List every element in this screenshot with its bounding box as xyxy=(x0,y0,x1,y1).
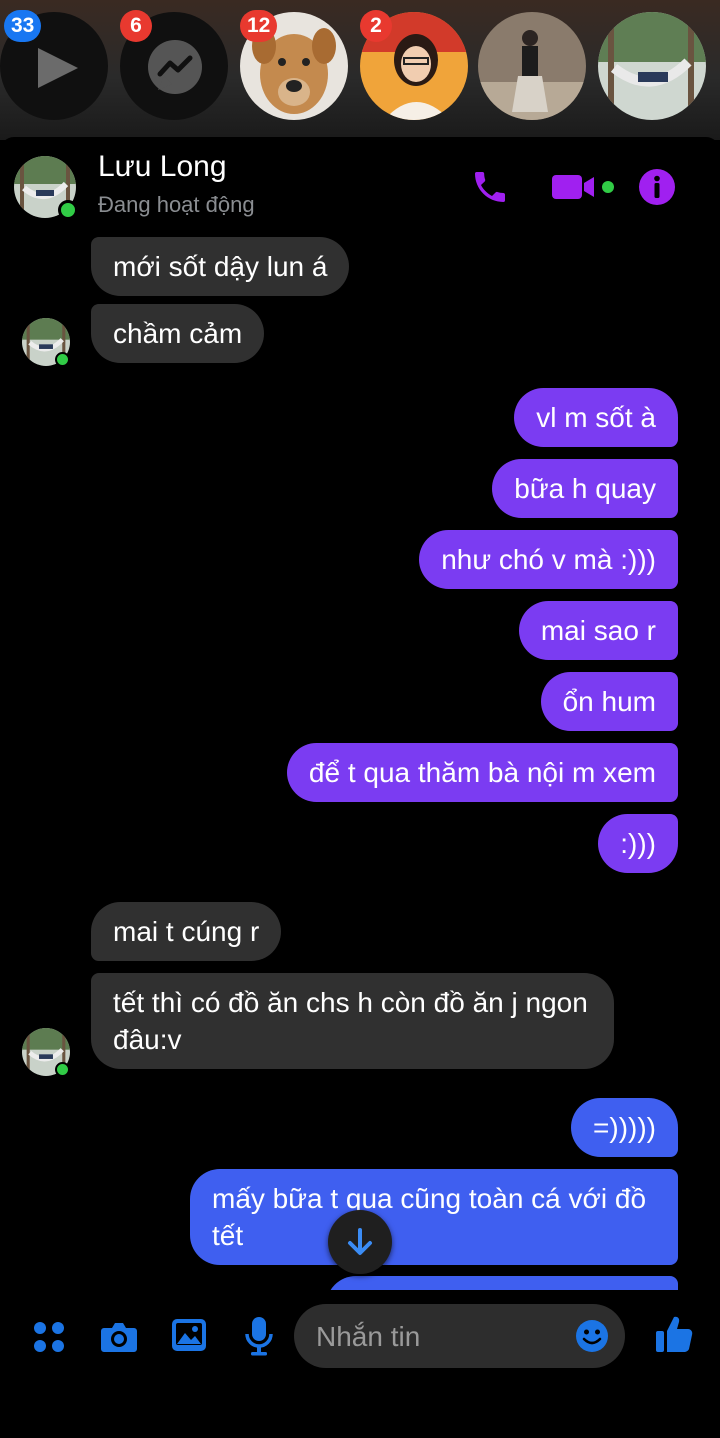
incoming-message[interactable]: mới sốt dậy lun á xyxy=(91,237,350,296)
outgoing-message[interactable]: bữa h quay xyxy=(492,459,678,518)
online-indicator xyxy=(55,1062,70,1077)
online-indicator xyxy=(55,352,70,367)
outgoing-message[interactable]: mấy bữa t qua cũng toàn cá với đồ tết xyxy=(190,1169,678,1265)
unread-badge: 6 xyxy=(120,10,152,42)
hammock-avatar[interactable] xyxy=(598,12,706,120)
outgoing-message[interactable]: như chó v mà :))) xyxy=(419,530,678,589)
smiley-icon xyxy=(576,1320,608,1352)
hammock-photo xyxy=(598,12,706,120)
gallery-button[interactable] xyxy=(171,1318,207,1357)
message-input[interactable] xyxy=(314,1304,568,1370)
microphone-icon xyxy=(245,1317,273,1356)
person-avatar[interactable] xyxy=(478,12,586,120)
outgoing-message[interactable]: :))) xyxy=(598,814,678,873)
camera-button[interactable] xyxy=(100,1318,138,1359)
chat-window: Lưu Long Đang hoạt động mới sốt dậy lun … xyxy=(0,137,720,1438)
phone-icon xyxy=(475,172,505,202)
video-call-button[interactable] xyxy=(552,173,616,206)
incoming-message[interactable]: tết thì có đồ ăn chs h còn đồ ăn j ngon … xyxy=(91,973,614,1069)
emoji-button[interactable] xyxy=(575,1319,609,1358)
voice-call-button[interactable] xyxy=(470,167,510,212)
incoming-message[interactable]: mai t cúng r xyxy=(91,902,282,961)
chat-header: Lưu Long Đang hoạt động xyxy=(0,137,720,233)
incoming-message[interactable]: chầm cảm xyxy=(91,304,265,363)
message-composer xyxy=(0,1290,720,1438)
contact-name[interactable]: Lưu Long xyxy=(98,150,227,184)
grid-dots-icon xyxy=(34,1322,64,1352)
camera-icon xyxy=(101,1323,137,1352)
person-photo xyxy=(478,12,586,120)
arrow-down-icon xyxy=(348,1228,372,1255)
outgoing-message[interactable]: để t qua thăm bà nội m xem xyxy=(286,743,678,802)
outgoing-message[interactable]: mai sao r xyxy=(518,601,678,660)
info-icon xyxy=(639,169,675,205)
unread-badge: 2 xyxy=(360,10,392,42)
message-input-container xyxy=(294,1304,625,1370)
active-status: Đang hoạt động xyxy=(98,192,255,217)
unread-badge: 33 xyxy=(4,10,42,42)
info-button[interactable] xyxy=(638,168,676,211)
chat-heads-bar: 33 6 12 2 xyxy=(0,0,720,140)
outgoing-message-partial[interactable] xyxy=(326,1276,678,1290)
online-indicator xyxy=(58,200,78,220)
outgoing-message[interactable]: =))))) xyxy=(571,1098,678,1157)
image-icon xyxy=(172,1319,206,1351)
video-camera-icon xyxy=(552,175,614,199)
outgoing-message[interactable]: vl m sốt à xyxy=(514,388,678,447)
like-button[interactable] xyxy=(655,1314,693,1359)
unread-badge: 12 xyxy=(240,10,278,42)
scroll-to-bottom-button[interactable] xyxy=(328,1210,392,1274)
thumbs-up-icon xyxy=(656,1316,693,1352)
message-list[interactable]: mới sốt dậy lun á chầm cảm vl m sốt à bữ… xyxy=(0,233,720,1290)
more-actions-button[interactable] xyxy=(32,1320,66,1359)
voice-record-button[interactable] xyxy=(245,1316,273,1361)
outgoing-message[interactable]: ổn hum xyxy=(540,672,678,731)
